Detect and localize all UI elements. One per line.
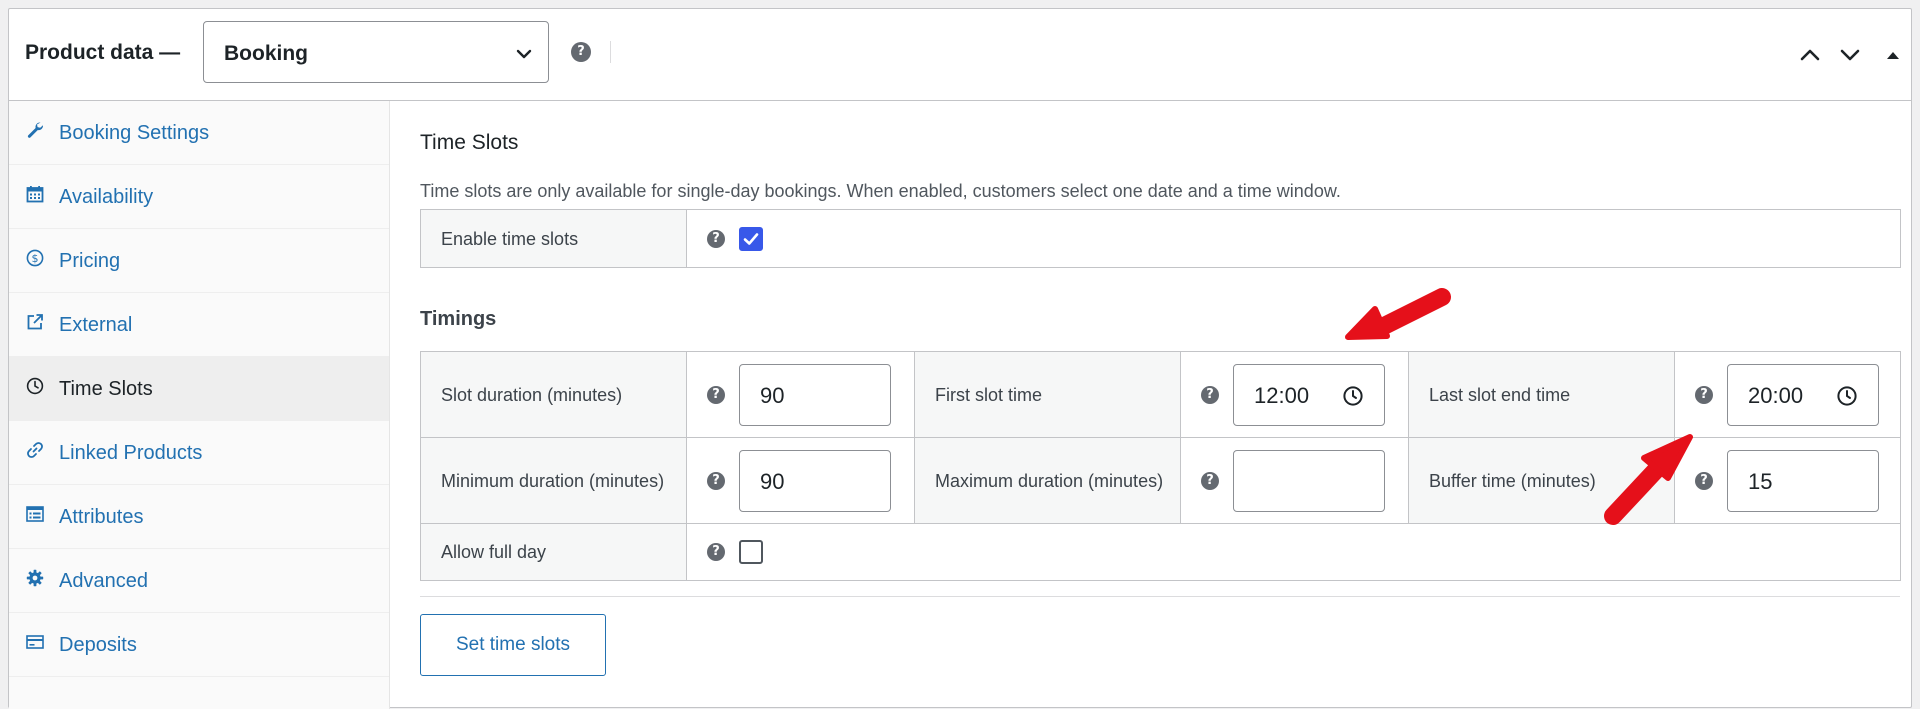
- tab-booking-settings[interactable]: Booking Settings: [9, 101, 389, 165]
- question-circle-icon[interactable]: ?: [1201, 385, 1219, 404]
- first-slot-time-value: 12:00: [1254, 382, 1310, 408]
- question-circle-icon[interactable]: ?: [707, 385, 725, 404]
- move-down-icon[interactable]: [1838, 43, 1862, 67]
- maximum-duration-input[interactable]: [1233, 449, 1385, 512]
- set-time-slots-button[interactable]: Set time slots: [420, 614, 606, 676]
- section-description: Time slots are only available for single…: [420, 181, 1341, 201]
- allow-full-day-label: Allow full day: [420, 523, 687, 581]
- product-type-value: Booking: [224, 42, 308, 65]
- maximum-duration-label: Maximum duration (minutes): [914, 437, 1181, 524]
- enable-time-slots-table: Enable time slots ?: [420, 209, 1901, 268]
- tab-label: Advanced: [59, 570, 148, 592]
- external-link-icon: [27, 314, 43, 330]
- tab-attributes[interactable]: Attributes: [9, 485, 389, 549]
- tab-label: External: [59, 314, 133, 336]
- tab-label: Pricing: [59, 250, 121, 272]
- svg-text:$: $: [32, 252, 39, 265]
- tab-label: Attributes: [59, 506, 144, 528]
- buffer-time-input[interactable]: 15: [1727, 449, 1879, 512]
- tab-label: Booking Settings: [59, 122, 210, 144]
- checkmark-icon: [743, 232, 759, 245]
- chevron-down-icon: [516, 49, 532, 59]
- question-circle-icon[interactable]: ?: [707, 471, 725, 490]
- slot-duration-label: Slot duration (minutes): [420, 351, 687, 438]
- tab-time-slots[interactable]: Time Slots: [9, 357, 389, 421]
- slot-duration-input[interactable]: 90: [739, 363, 891, 426]
- calendar-icon: [26, 186, 44, 203]
- minimum-duration-field: ? 90: [686, 437, 915, 524]
- first-slot-time-input[interactable]: 12:00: [1233, 363, 1385, 426]
- question-circle-icon[interactable]: ?: [571, 42, 591, 62]
- minimum-duration-input[interactable]: 90: [739, 449, 891, 512]
- tab-pricing[interactable]: $ Pricing: [9, 229, 389, 293]
- tab-linked-products[interactable]: Linked Products: [9, 421, 389, 485]
- tab-availability[interactable]: Availability: [9, 165, 389, 229]
- enable-time-slots-label: Enable time slots: [420, 209, 687, 268]
- wrench-icon: [27, 122, 44, 138]
- last-slot-end-time-value: 20:00: [1748, 382, 1804, 408]
- question-circle-icon[interactable]: ?: [707, 229, 725, 248]
- product-data-tabs: Booking Settings Availability $ Pricing: [9, 101, 390, 709]
- clock-icon[interactable]: [1342, 385, 1364, 407]
- allow-full-day-checkbox[interactable]: [739, 540, 763, 564]
- timings-heading: Timings: [420, 308, 497, 330]
- section-divider: [420, 596, 1900, 597]
- clock-icon[interactable]: [1836, 385, 1858, 407]
- header-divider: [610, 41, 611, 63]
- first-slot-time-field: ? 12:00: [1180, 351, 1409, 438]
- product-data-panel: Product data — Booking ? Booking Setting…: [8, 8, 1912, 709]
- allow-full-day-field: ?: [686, 523, 1901, 581]
- enable-time-slots-checkbox[interactable]: [739, 226, 763, 251]
- gear-icon: [26, 569, 44, 587]
- maximum-duration-field: ?: [1180, 437, 1409, 524]
- slot-duration-value: 90: [760, 382, 785, 408]
- slot-duration-field: ? 90: [686, 351, 915, 438]
- last-slot-end-time-field: ? 20:00: [1674, 351, 1901, 438]
- tab-label: Deposits: [59, 634, 137, 656]
- minimum-duration-label: Minimum duration (minutes): [420, 437, 687, 524]
- question-circle-icon[interactable]: ?: [1695, 385, 1713, 404]
- tab-external[interactable]: External: [9, 293, 389, 357]
- last-slot-end-time-input[interactable]: 20:00: [1727, 363, 1879, 426]
- dollar-circle-icon: $: [26, 249, 44, 267]
- panel-title: Product data —: [25, 41, 181, 64]
- question-circle-icon[interactable]: ?: [707, 543, 725, 561]
- last-slot-end-time-label: Last slot end time: [1408, 351, 1675, 438]
- move-up-icon[interactable]: [1798, 43, 1822, 67]
- first-slot-time-label: First slot time: [914, 351, 1181, 438]
- buffer-time-value: 15: [1748, 468, 1773, 494]
- collapse-toggle-icon[interactable]: [1881, 43, 1905, 67]
- link-icon: [27, 442, 43, 458]
- panel-header: Product data — Booking ?: [9, 9, 1911, 101]
- section-title: Time Slots: [420, 131, 519, 154]
- product-type-select[interactable]: Booking: [203, 21, 549, 83]
- clock-icon: [26, 377, 44, 395]
- card-icon: [26, 635, 44, 649]
- buffer-time-field: ? 15: [1674, 437, 1901, 524]
- enable-time-slots-field: ?: [686, 209, 1901, 268]
- tab-label: Linked Products: [59, 442, 203, 464]
- tab-label: Time Slots: [59, 378, 153, 400]
- question-circle-icon[interactable]: ?: [1695, 471, 1713, 490]
- tab-advanced[interactable]: Advanced: [9, 549, 389, 613]
- minimum-duration-value: 90: [760, 468, 785, 494]
- tab-deposits[interactable]: Deposits: [9, 613, 389, 677]
- tab-label: Availability: [59, 186, 154, 208]
- timings-table: Slot duration (minutes) ? 90 First slot …: [420, 351, 1901, 581]
- time-slots-panel: Time Slots Time slots are only available…: [390, 101, 1911, 707]
- buffer-time-label: Buffer time (minutes): [1408, 437, 1675, 524]
- list-icon: [26, 506, 44, 522]
- question-circle-icon[interactable]: ?: [1201, 471, 1219, 490]
